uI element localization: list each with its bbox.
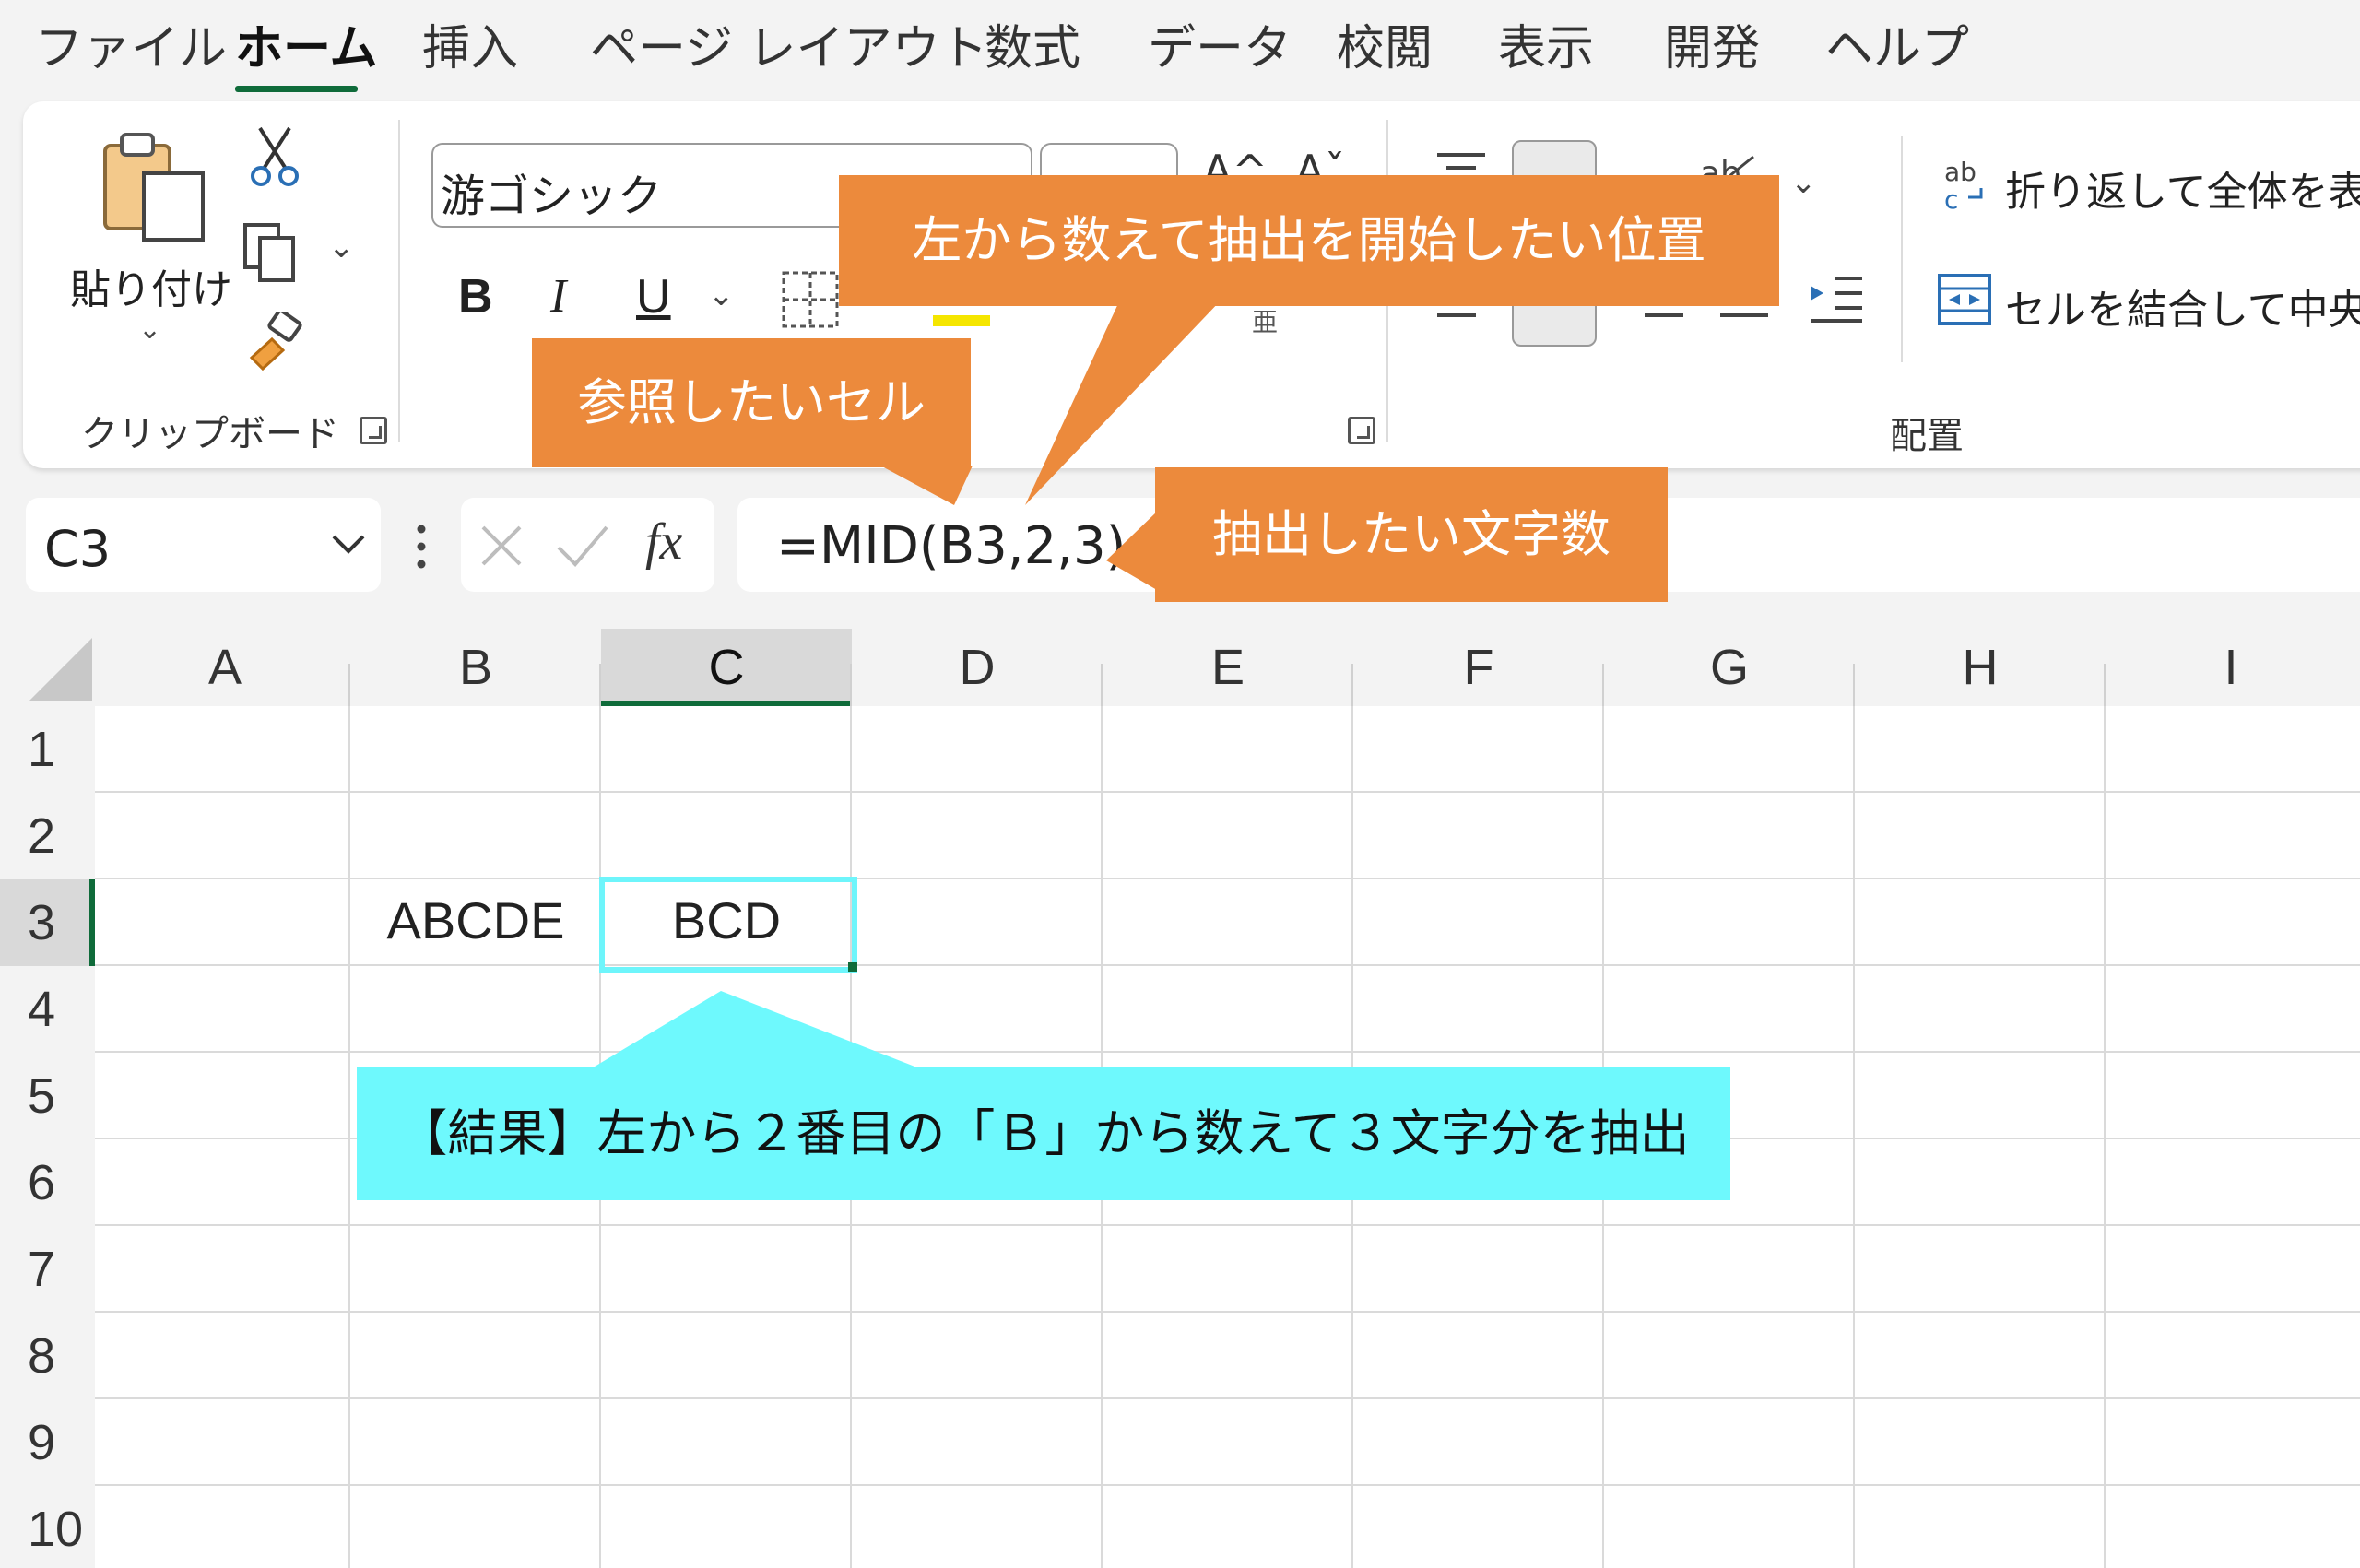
header-divider: [850, 664, 852, 706]
copy-dropdown-chevron-icon[interactable]: ⌄: [328, 229, 355, 265]
svg-text:ab: ab: [1944, 157, 1976, 187]
name-box-chevron-down-icon[interactable]: [330, 531, 367, 559]
tab-formulas[interactable]: 数式: [985, 17, 1080, 81]
callout-num-chars: 抽出したい文字数: [1155, 467, 1668, 602]
tab-developer[interactable]: 開発: [1664, 17, 1760, 81]
bold-button[interactable]: B: [458, 269, 493, 324]
group-separator: [398, 120, 400, 442]
column-header-e[interactable]: E: [1103, 629, 1353, 706]
format-painter-icon[interactable]: [244, 312, 309, 371]
merge-cells-icon: [1938, 274, 1991, 325]
gridline: [95, 1311, 2360, 1313]
row-header-6[interactable]: 6: [0, 1139, 95, 1226]
cancel-x-icon[interactable]: [478, 522, 525, 570]
column-header-g[interactable]: G: [1604, 629, 1855, 706]
gridline: [95, 964, 2360, 966]
merge-center-label: セルを結合して中央揃え: [2005, 287, 2360, 334]
header-divider: [1602, 664, 1604, 706]
tab-data[interactable]: データ: [1148, 17, 1292, 81]
formula-controls: fx: [461, 498, 714, 592]
cut-scissors-icon[interactable]: [247, 124, 302, 189]
copy-icon[interactable]: [242, 221, 306, 284]
column-header-d[interactable]: D: [852, 629, 1103, 706]
row-header-10[interactable]: 10: [0, 1486, 95, 1568]
column-header-c[interactable]: C: [601, 629, 852, 706]
wrap-text-label: 折り返して全体を表示: [2005, 169, 2360, 216]
tab-home[interactable]: ホーム: [235, 17, 377, 81]
row-header-5[interactable]: 5: [0, 1053, 95, 1139]
column-header-a[interactable]: A: [100, 629, 350, 706]
gridline: [95, 791, 2360, 793]
row-header-7[interactable]: 7: [0, 1226, 95, 1313]
row-header-3[interactable]: 3: [0, 879, 95, 966]
formula-text: =MID(B3,2,3): [776, 516, 1127, 576]
row-header-2[interactable]: 2: [0, 793, 95, 879]
gridline: [95, 1051, 2360, 1053]
underline-dropdown-chevron-icon[interactable]: ⌄: [708, 277, 735, 313]
tab-help[interactable]: ヘルプ: [1825, 17, 1969, 81]
font-dialog-launcher-icon[interactable]: [1348, 417, 1375, 444]
row-header-4[interactable]: 4: [0, 966, 95, 1053]
paste-dropdown-chevron-icon[interactable]: ⌄: [138, 313, 161, 346]
select-all-corner-icon[interactable]: [28, 636, 94, 702]
group-separator: [1901, 136, 1903, 362]
header-divider: [1101, 664, 1103, 706]
gridline: [95, 1484, 2360, 1486]
header-divider: [599, 664, 601, 706]
fill-color-swatch[interactable]: [933, 315, 990, 326]
gridline: [95, 1224, 2360, 1226]
header-divider: [348, 664, 350, 706]
active-tab-indicator: [235, 86, 358, 92]
insert-function-fx-icon[interactable]: fx: [645, 513, 682, 572]
wrap-text-icon: ab c: [1944, 157, 1983, 214]
clipboard-group-label: クリップボード: [81, 413, 339, 455]
alignment-group-label: 配置: [1890, 415, 1964, 457]
name-box-value: C3: [44, 520, 112, 578]
tab-insert[interactable]: 挿入: [422, 17, 518, 81]
row-header-9[interactable]: 9: [0, 1399, 95, 1486]
underline-button[interactable]: U: [636, 269, 671, 324]
active-cell-selection: [599, 877, 857, 973]
increase-indent-icon[interactable]: [1807, 273, 1866, 326]
row-header-8[interactable]: 8: [0, 1313, 95, 1399]
header-divider: [1853, 664, 1855, 706]
callout-result: 【結果】左から２番目の「Ｂ」から数えて３文字分を抽出: [357, 1067, 1730, 1200]
column-header-i[interactable]: I: [2106, 629, 2356, 706]
paste-icon: [103, 133, 205, 242]
svg-text:c: c: [1944, 184, 1958, 214]
borders-icon[interactable]: [780, 269, 841, 330]
font-name-value: 游ゴシック: [441, 171, 663, 222]
orientation-dropdown-chevron-icon[interactable]: ⌄: [1790, 164, 1817, 201]
gridline: [95, 878, 2360, 879]
cell-b3[interactable]: ABCDE: [350, 890, 601, 950]
tab-view[interactable]: 表示: [1498, 17, 1594, 81]
tab-page-layout[interactable]: ページ レイアウト: [590, 17, 988, 81]
phonetic-guide-icon[interactable]: 亜: [1252, 302, 1278, 339]
tab-file[interactable]: ファイル: [35, 17, 227, 81]
callout-start-position: 左から数えて抽出を開始したい位置: [839, 175, 1779, 306]
enter-check-icon[interactable]: [555, 522, 610, 570]
column-header-f[interactable]: F: [1353, 629, 1604, 706]
row-header-1[interactable]: 1: [0, 706, 95, 793]
column-header-b[interactable]: B: [350, 629, 601, 706]
callout-ref-cell: 参照したいセル: [532, 338, 971, 467]
italic-button[interactable]: I: [550, 269, 566, 324]
header-divider: [1351, 664, 1353, 706]
column-header-h[interactable]: H: [1855, 629, 2106, 706]
fill-handle[interactable]: [848, 962, 857, 972]
more-options-icon[interactable]: [415, 522, 428, 572]
tab-review[interactable]: 校閲: [1337, 17, 1433, 81]
name-box[interactable]: C3: [26, 498, 381, 592]
gridline: [95, 1397, 2360, 1399]
header-divider: [2104, 664, 2106, 706]
clipboard-dialog-launcher-icon[interactable]: [360, 417, 387, 444]
paste-label: 貼り付け: [70, 266, 232, 313]
